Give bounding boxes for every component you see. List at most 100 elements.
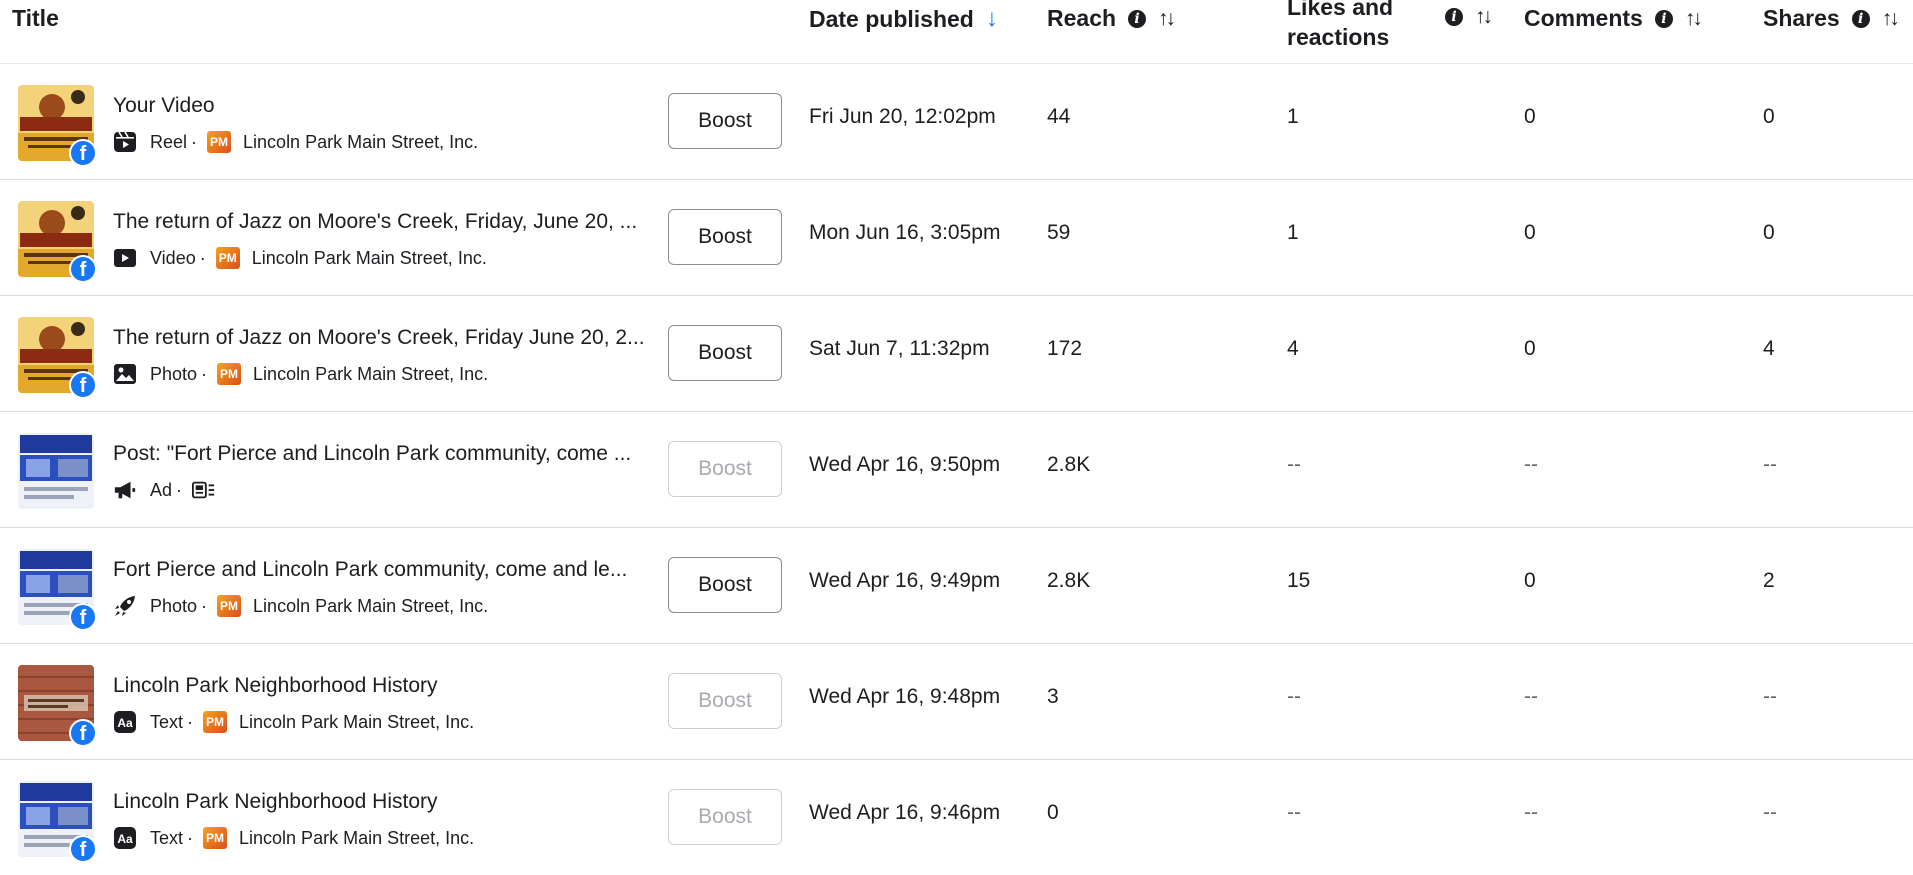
post-type: Reel bbox=[150, 131, 188, 152]
post-title[interactable]: Fort Pierce and Lincoln Park community, … bbox=[113, 558, 627, 582]
comments-value: 0 bbox=[1524, 569, 1536, 592]
text-post-icon: Aa bbox=[113, 710, 137, 734]
post-meta: Ad · bbox=[113, 478, 229, 502]
reach-value: 44 bbox=[1047, 105, 1071, 128]
post-type: Photo bbox=[150, 363, 198, 384]
facebook-icon: f bbox=[69, 603, 97, 631]
comments-value: 0 bbox=[1524, 337, 1536, 360]
info-icon[interactable]: i bbox=[1128, 9, 1147, 28]
column-comments[interactable]: Comments i ↑↓ bbox=[1524, 5, 1703, 32]
page-logo: PM bbox=[217, 595, 242, 617]
post-meta: Aa Text · PM Lincoln Park Main Street, I… bbox=[113, 826, 474, 850]
boost-button[interactable]: Boost bbox=[668, 93, 782, 149]
comments-value: -- bbox=[1524, 685, 1538, 708]
likes-value: 15 bbox=[1287, 569, 1311, 592]
info-icon[interactable]: i bbox=[1654, 9, 1673, 28]
date-published: Fri Jun 20, 12:02pm bbox=[809, 105, 996, 128]
shares-value: -- bbox=[1763, 453, 1777, 476]
post-meta: Aa Text · PM Lincoln Park Main Street, I… bbox=[113, 710, 474, 734]
boost-button[interactable]: Boost bbox=[668, 557, 782, 613]
comments-value: 0 bbox=[1524, 221, 1536, 244]
boost-button[interactable]: Boost bbox=[668, 325, 782, 381]
table-row[interactable]: Post: "Fort Pierce and Lincoln Park comm… bbox=[0, 412, 1913, 528]
reach-value: 3 bbox=[1047, 685, 1059, 708]
comments-value: -- bbox=[1524, 801, 1538, 824]
table-row[interactable]: f Lincoln Park Neighborhood History Aa T… bbox=[0, 760, 1913, 875]
post-type: Text bbox=[150, 711, 184, 732]
post-type: Video bbox=[150, 247, 196, 268]
reach-value: 0 bbox=[1047, 801, 1059, 824]
info-icon[interactable]: i bbox=[1851, 9, 1870, 28]
reach-value: 59 bbox=[1047, 221, 1071, 244]
date-published: Wed Apr 16, 9:46pm bbox=[809, 801, 1001, 824]
post-meta: Photo · PM Lincoln Park Main Street, Inc… bbox=[113, 362, 488, 386]
likes-value: 4 bbox=[1287, 337, 1299, 360]
column-date-published[interactable]: Date published ↓ bbox=[809, 5, 998, 33]
ad-layout-icon bbox=[192, 478, 216, 502]
table-row[interactable]: f Fort Pierce and Lincoln Park community… bbox=[0, 528, 1913, 644]
table-row[interactable]: f The return of Jazz on Moore's Creek, F… bbox=[0, 180, 1913, 296]
facebook-icon: f bbox=[69, 139, 97, 167]
column-likes-reactions[interactable]: Likes and reactions bbox=[1287, 0, 1393, 52]
shares-value: -- bbox=[1763, 685, 1777, 708]
boost-button[interactable]: Boost bbox=[668, 789, 782, 845]
megaphone-icon bbox=[113, 478, 137, 502]
table-row[interactable]: f The return of Jazz on Moore's Creek, F… bbox=[0, 296, 1913, 412]
sort-icon[interactable]: ↑↓ bbox=[1475, 5, 1493, 29]
table-row[interactable]: f Your Video Reel · PM Lincoln Park Main… bbox=[0, 64, 1913, 180]
boost-button[interactable]: Boost bbox=[668, 673, 782, 729]
reach-value: 2.8K bbox=[1047, 453, 1091, 476]
date-published: Wed Apr 16, 9:49pm bbox=[809, 569, 1001, 592]
column-shares[interactable]: Shares i ↑↓ bbox=[1763, 5, 1900, 32]
column-reach[interactable]: Reach i ↑↓ bbox=[1047, 5, 1176, 32]
table-row[interactable]: f Lincoln Park Neighborhood History Aa T… bbox=[0, 644, 1913, 760]
post-thumbnail[interactable] bbox=[18, 433, 94, 509]
likes-value: 1 bbox=[1287, 221, 1299, 244]
reach-value: 172 bbox=[1047, 337, 1083, 360]
arrow-down-icon[interactable]: ↓ bbox=[986, 5, 998, 33]
column-title[interactable]: Title bbox=[12, 5, 59, 32]
sort-icon[interactable]: ↑↓ bbox=[1158, 7, 1176, 31]
shares-value: -- bbox=[1763, 801, 1777, 824]
post-title[interactable]: Post: "Fort Pierce and Lincoln Park comm… bbox=[113, 442, 631, 466]
page-logo: PM bbox=[203, 827, 228, 849]
table-header: Title Date published ↓ Reach i ↑↓ Likes … bbox=[0, 0, 1913, 64]
likes-value: -- bbox=[1287, 453, 1301, 476]
info-icon[interactable]: i bbox=[1445, 8, 1463, 26]
page-logo: PM bbox=[215, 247, 240, 269]
page-name: Lincoln Park Main Street, Inc. bbox=[239, 827, 475, 848]
boost-button[interactable]: Boost bbox=[668, 209, 782, 265]
likes-value: -- bbox=[1287, 801, 1301, 824]
page-name: Lincoln Park Main Street, Inc. bbox=[243, 131, 479, 152]
post-type: Text bbox=[150, 827, 184, 848]
boost-button[interactable]: Boost bbox=[668, 441, 782, 497]
sort-icon[interactable]: ↑↓ bbox=[1685, 7, 1703, 31]
post-title[interactable]: Lincoln Park Neighborhood History bbox=[113, 674, 438, 698]
column-likes-controls: i ↑↓ bbox=[1445, 5, 1493, 29]
page-logo: PM bbox=[217, 363, 242, 385]
post-title[interactable]: Your Video bbox=[113, 94, 215, 118]
post-title[interactable]: The return of Jazz on Moore's Creek, Fri… bbox=[113, 326, 645, 350]
video-icon bbox=[113, 246, 137, 270]
page-name: Lincoln Park Main Street, Inc. bbox=[251, 247, 487, 268]
post-meta: Video · PM Lincoln Park Main Street, Inc… bbox=[113, 246, 487, 270]
page-name: Lincoln Park Main Street, Inc. bbox=[239, 711, 475, 732]
date-published: Wed Apr 16, 9:48pm bbox=[809, 685, 1001, 708]
date-published: Mon Jun 16, 3:05pm bbox=[809, 221, 1001, 244]
facebook-icon: f bbox=[69, 371, 97, 399]
post-type: Ad bbox=[150, 479, 173, 500]
likes-value: 1 bbox=[1287, 105, 1299, 128]
likes-value: -- bbox=[1287, 685, 1301, 708]
text-post-icon: Aa bbox=[113, 826, 137, 850]
facebook-icon: f bbox=[69, 835, 97, 863]
post-title[interactable]: The return of Jazz on Moore's Creek, Fri… bbox=[113, 210, 637, 234]
svg-text:Aa: Aa bbox=[117, 832, 133, 846]
post-title[interactable]: Lincoln Park Neighborhood History bbox=[113, 790, 438, 814]
reel-icon bbox=[113, 130, 137, 154]
date-published: Sat Jun 7, 11:32pm bbox=[809, 337, 990, 360]
date-published: Wed Apr 16, 9:50pm bbox=[809, 453, 1001, 476]
page-logo: PM bbox=[207, 131, 232, 153]
comments-value: -- bbox=[1524, 453, 1538, 476]
sort-icon[interactable]: ↑↓ bbox=[1882, 7, 1900, 31]
facebook-icon: f bbox=[69, 255, 97, 283]
